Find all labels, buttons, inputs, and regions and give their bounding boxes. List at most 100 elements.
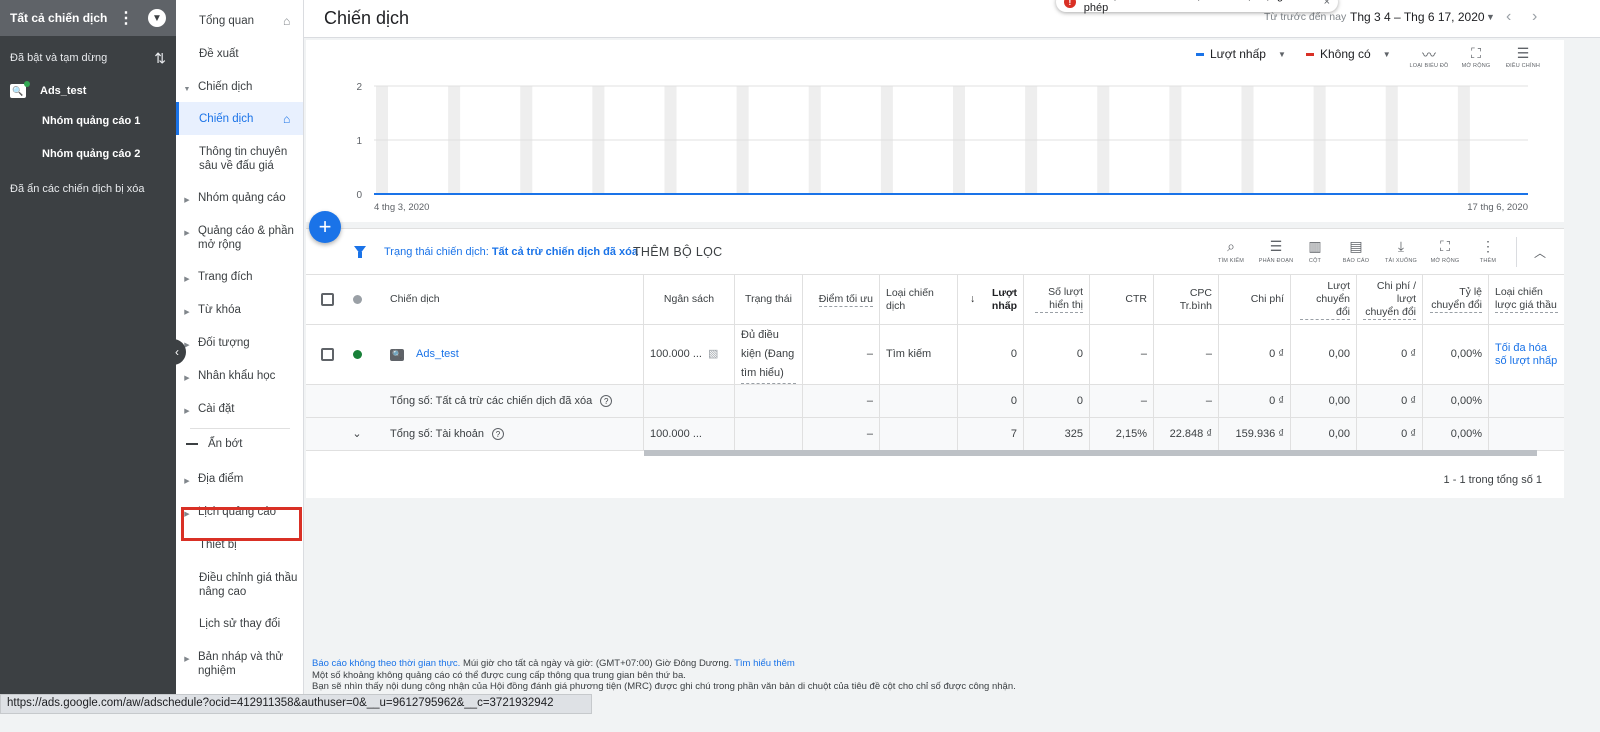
bid-strategy-cell[interactable]: Tối đa hóa số lượt nhấp <box>1489 325 1564 384</box>
dropdown-circle-icon[interactable]: ▼ <box>148 9 166 27</box>
col-header-impressions[interactable]: Số lượt hiển thị <box>1024 275 1090 324</box>
all-campaigns-header[interactable]: Tất cả chiến dịch ⋮ ▼ <box>0 0 176 36</box>
download-button[interactable]: ⤓ TẢI XUỐNG <box>1380 238 1422 264</box>
more-vert-icon[interactable]: ⋮ <box>118 8 134 28</box>
campaign-type-value: Tìm kiếm <box>886 348 932 360</box>
sort-icon[interactable]: ⇅ <box>154 50 166 67</box>
menu-item-advanced-bid-adjustments[interactable]: Điều chỉnh giá thầu nâng cao <box>176 571 303 599</box>
col-header-budget[interactable]: Ngân sách <box>644 275 735 324</box>
columns-button[interactable]: ▥ CỘT <box>1294 238 1336 264</box>
status-filter-row[interactable]: Đã bật và tạm dừng ⇅ <box>0 38 176 78</box>
date-range-value[interactable]: Thg 3 4 – Thg 6 17, 2020 <box>1350 10 1485 24</box>
expand-right-icon: ▶ <box>184 230 190 237</box>
help-icon[interactable]: ? <box>600 395 613 407</box>
clicks-line-chart: 2 1 0 4 thg 3, 2020 17 thg 6, 2020 <box>356 82 1528 213</box>
col-header-ctr[interactable]: CTR <box>1090 275 1154 324</box>
total-impr-cell: 325 <box>1024 418 1090 450</box>
total-budget-cell: 100.000 ... <box>644 418 735 450</box>
add-campaign-button[interactable]: + <box>309 211 341 243</box>
menu-item-recommendations[interactable]: Đề xuất <box>176 47 303 61</box>
table-search-button[interactable]: ⌕ TÌM KIẾM <box>1210 238 1252 264</box>
tree-item-adgroup-2[interactable]: Nhóm quảng cáo 2 <box>0 137 176 170</box>
menu-label: Trang đích <box>198 271 253 283</box>
sort-arrow-down-icon: ↓ <box>970 293 976 305</box>
enabled-dot <box>352 350 362 359</box>
columns-icon: ▥ <box>1308 238 1322 254</box>
help-icon[interactable]: ? <box>491 428 504 440</box>
segment-button[interactable]: ☰ PHÂN ĐOẠN <box>1255 238 1297 264</box>
menu-item-keywords[interactable]: ▶ Từ khóa <box>176 303 303 320</box>
total-value: – <box>1205 394 1212 407</box>
more-button[interactable]: ⋮ THÊM <box>1467 238 1509 264</box>
menu-item-demographics[interactable]: ▶ Nhân khẩu học <box>176 369 303 386</box>
col-header-cost-per-conversion[interactable]: Chi phí / lượt chuyển đổi <box>1357 275 1423 324</box>
menu-item-locations[interactable]: ▶ Địa điểm <box>176 472 303 489</box>
total-cpconv-cell: 0 ₫ <box>1357 418 1423 450</box>
campaign-name-link[interactable]: Ads_test <box>416 348 459 361</box>
security-toast[interactable]: ! Bảo vệ tài khoản của bạn khỏi hoạt độn… <box>1056 0 1338 14</box>
menu-item-overview[interactable]: Tổng quan ⌂ <box>176 14 303 28</box>
cost-per-conv-value: 0 ₫ <box>1401 348 1416 360</box>
reports-button[interactable]: ▤ BÁO CÁO <box>1335 238 1377 264</box>
all-campaigns-title: Tất cả chiến dịch <box>10 11 108 25</box>
filter-icon[interactable] <box>354 246 366 258</box>
add-filter-button[interactable]: THÊM BỘ LỌC <box>633 245 722 259</box>
collapse-up-chevron-icon[interactable]: ︿ <box>1534 244 1546 261</box>
prev-range-chevron-icon[interactable]: ‹ <box>1506 8 1511 26</box>
status-filter-chip[interactable]: Trạng thái chiến dịch: Tất cả trừ chiến … <box>384 246 638 258</box>
search-icon: ⌕ <box>1227 238 1235 254</box>
budget-cell[interactable]: 100.000 ... ▧ <box>644 325 735 384</box>
menu-item-audiences[interactable]: ▶ Đối tượng <box>176 336 303 353</box>
col-header-cost[interactable]: Chi phí <box>1219 275 1291 324</box>
menu-divider <box>190 428 290 429</box>
learn-more-link[interactable]: Tìm hiểu thêm <box>734 658 795 669</box>
menu-item-drafts-experiments[interactable]: ▶ Bản nháp và thử nghiệm <box>176 650 303 678</box>
total-type-cell <box>880 418 958 450</box>
menu-item-ad-groups[interactable]: ▶ Nhóm quảng cáo <box>176 191 303 208</box>
col-header-conversions[interactable]: Lượt chuyển đổi <box>1291 275 1357 324</box>
conversions-cell: 0,00 <box>1291 325 1357 384</box>
next-range-chevron-icon[interactable]: › <box>1532 8 1537 26</box>
menu-item-campaigns[interactable]: Chiến dịch ⌂ <box>176 102 303 135</box>
menu-item-landing-pages[interactable]: ▶ Trang đích <box>176 270 303 287</box>
tree-item-account[interactable]: 🔍 Ads_test <box>0 78 176 104</box>
menu-item-ads-extensions[interactable]: ▶ Quảng cáo & phần mở rộng <box>176 224 303 252</box>
status-value: Đủ điều kiện (Đang tìm hiểu) <box>741 326 796 384</box>
col-header-campaign-type[interactable]: Loại chiến dịch <box>880 275 958 324</box>
table-tool-caption: THÊM <box>1479 258 1497 264</box>
expand-chevron-down-icon[interactable]: ⌄ <box>342 418 372 450</box>
col-header-avg-cpc[interactable]: CPC Tr.bình <box>1154 275 1219 324</box>
hidden-removed-campaigns[interactable]: Đã ẩn các chiến dịch bị xóa <box>0 172 176 206</box>
bid-strategy-link[interactable]: Tối đa hóa số lượt nhấp <box>1495 342 1558 368</box>
header-label: Điểm tối ưu <box>818 292 873 307</box>
status-cell[interactable]: Đủ điều kiện (Đang tìm hiểu) <box>735 325 803 384</box>
close-icon[interactable]: × <box>1324 0 1330 8</box>
horizontal-scrollbar[interactable] <box>644 450 1537 456</box>
col-header-campaign[interactable]: Chiến dịch <box>372 275 644 324</box>
date-range-dropdown-icon[interactable]: ▼ <box>1486 12 1495 22</box>
total-cpc-cell: – <box>1154 385 1219 417</box>
col-header-optimization-score[interactable]: Điểm tối ưu <box>803 275 880 324</box>
total-opt-cell: – <box>803 418 880 450</box>
menu-item-settings[interactable]: ▶ Cài đặt <box>176 402 303 419</box>
avg-cpc-value: – <box>1205 348 1212 360</box>
select-all-checkbox[interactable] <box>306 275 342 324</box>
menu-item-auction-insights[interactable]: Thông tin chuyên sâu về đấu giá <box>176 145 303 173</box>
col-header-clicks[interactable]: ↓ Lượt nhấp <box>958 275 1024 324</box>
menu-item-change-history[interactable]: Lịch sử thay đổi <box>176 617 303 631</box>
filter-bar: Trạng thái chiến dịch: Tất cả trừ chiến … <box>306 229 1564 275</box>
col-header-bid-strategy-type[interactable]: Loại chiến lược giá thầu <box>1489 275 1564 324</box>
table-header-row: Chiến dịch Ngân sách Trạng thái Điểm tối… <box>306 275 1564 325</box>
menu-show-less[interactable]: Ẩn bớt <box>186 438 242 450</box>
row-checkbox[interactable] <box>306 325 342 384</box>
table-row[interactable]: 🔍 Ads_test 100.000 ... ▧ Đủ điều kiện (Đa… <box>306 325 1564 385</box>
budget-value: 100.000 ... <box>650 348 702 360</box>
menu-group-campaigns[interactable]: ▼ Chiến dịch <box>176 80 303 97</box>
col-header-conversion-rate[interactable]: Tỷ lệ chuyển đổi <box>1423 275 1489 324</box>
col-header-status[interactable]: Trạng thái <box>735 275 803 324</box>
non-realtime-link[interactable]: Báo cáo không theo thời gian thực. <box>312 658 460 669</box>
table-expand-button[interactable]: ⛶ MỞ RỘNG <box>1424 238 1466 264</box>
conversions-value: 0,00 <box>1328 348 1350 360</box>
menu-label: Đề xuất <box>199 48 239 60</box>
tree-item-adgroup-1[interactable]: Nhóm quảng cáo 1 <box>0 104 176 137</box>
